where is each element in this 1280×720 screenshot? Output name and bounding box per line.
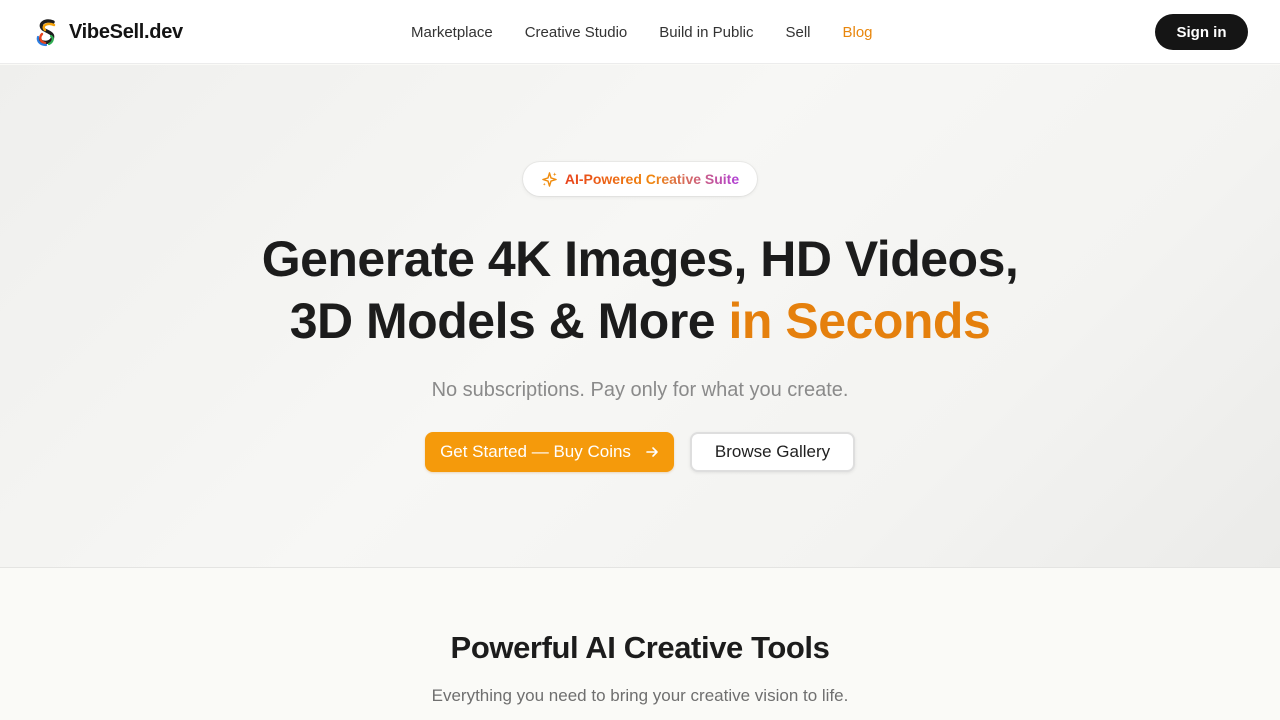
nav-item-sell[interactable]: Sell — [769, 24, 826, 41]
arrow-right-icon — [646, 447, 658, 457]
nav-item-blog[interactable]: Blog — [827, 24, 889, 41]
brand-link[interactable]: VibeSell.dev — [34, 17, 183, 47]
headline-line-2: 3D Models & More — [289, 293, 716, 349]
headline-line-1: Generate 4K Images, HD Videos, — [261, 231, 1019, 287]
headline-accent: in Seconds — [728, 293, 991, 349]
site-header: VibeSell.dev Marketplace Creative Studio… — [0, 0, 1280, 64]
hero-subheadline: No subscriptions. Pay only for what you … — [431, 379, 849, 401]
main-nav: Marketplace Creative Studio Build in Pub… — [395, 21, 889, 43]
get-started-button[interactable]: Get Started — Buy Coins — [425, 432, 674, 472]
nav-item-build-in-public[interactable]: Build in Public — [643, 24, 769, 41]
get-started-label: Get Started — Buy Coins — [440, 442, 631, 461]
browse-gallery-button[interactable]: Browse Gallery — [690, 432, 855, 472]
hero-headline: Generate 4K Images, HD Videos, 3D Models… — [140, 228, 1140, 352]
feature-badge: AI-Powered Creative Suite — [523, 162, 757, 196]
nav-item-marketplace[interactable]: Marketplace — [395, 24, 509, 41]
features-subtitle: Everything you need to bring your creati… — [431, 686, 849, 705]
hero-section: AI-Powered Creative Suite Generate 4K Im… — [0, 65, 1280, 568]
sparkles-icon — [542, 171, 557, 187]
nav-item-creative-studio[interactable]: Creative Studio — [509, 24, 644, 41]
badge-text: AI-Powered Creative Suite — [564, 171, 740, 187]
features-title: Powerful AI Creative Tools — [450, 630, 830, 665]
sign-in-button[interactable]: Sign in — [1155, 14, 1248, 50]
brand-name: VibeSell.dev — [69, 20, 183, 43]
s-swirl-logo-icon — [36, 19, 56, 47]
